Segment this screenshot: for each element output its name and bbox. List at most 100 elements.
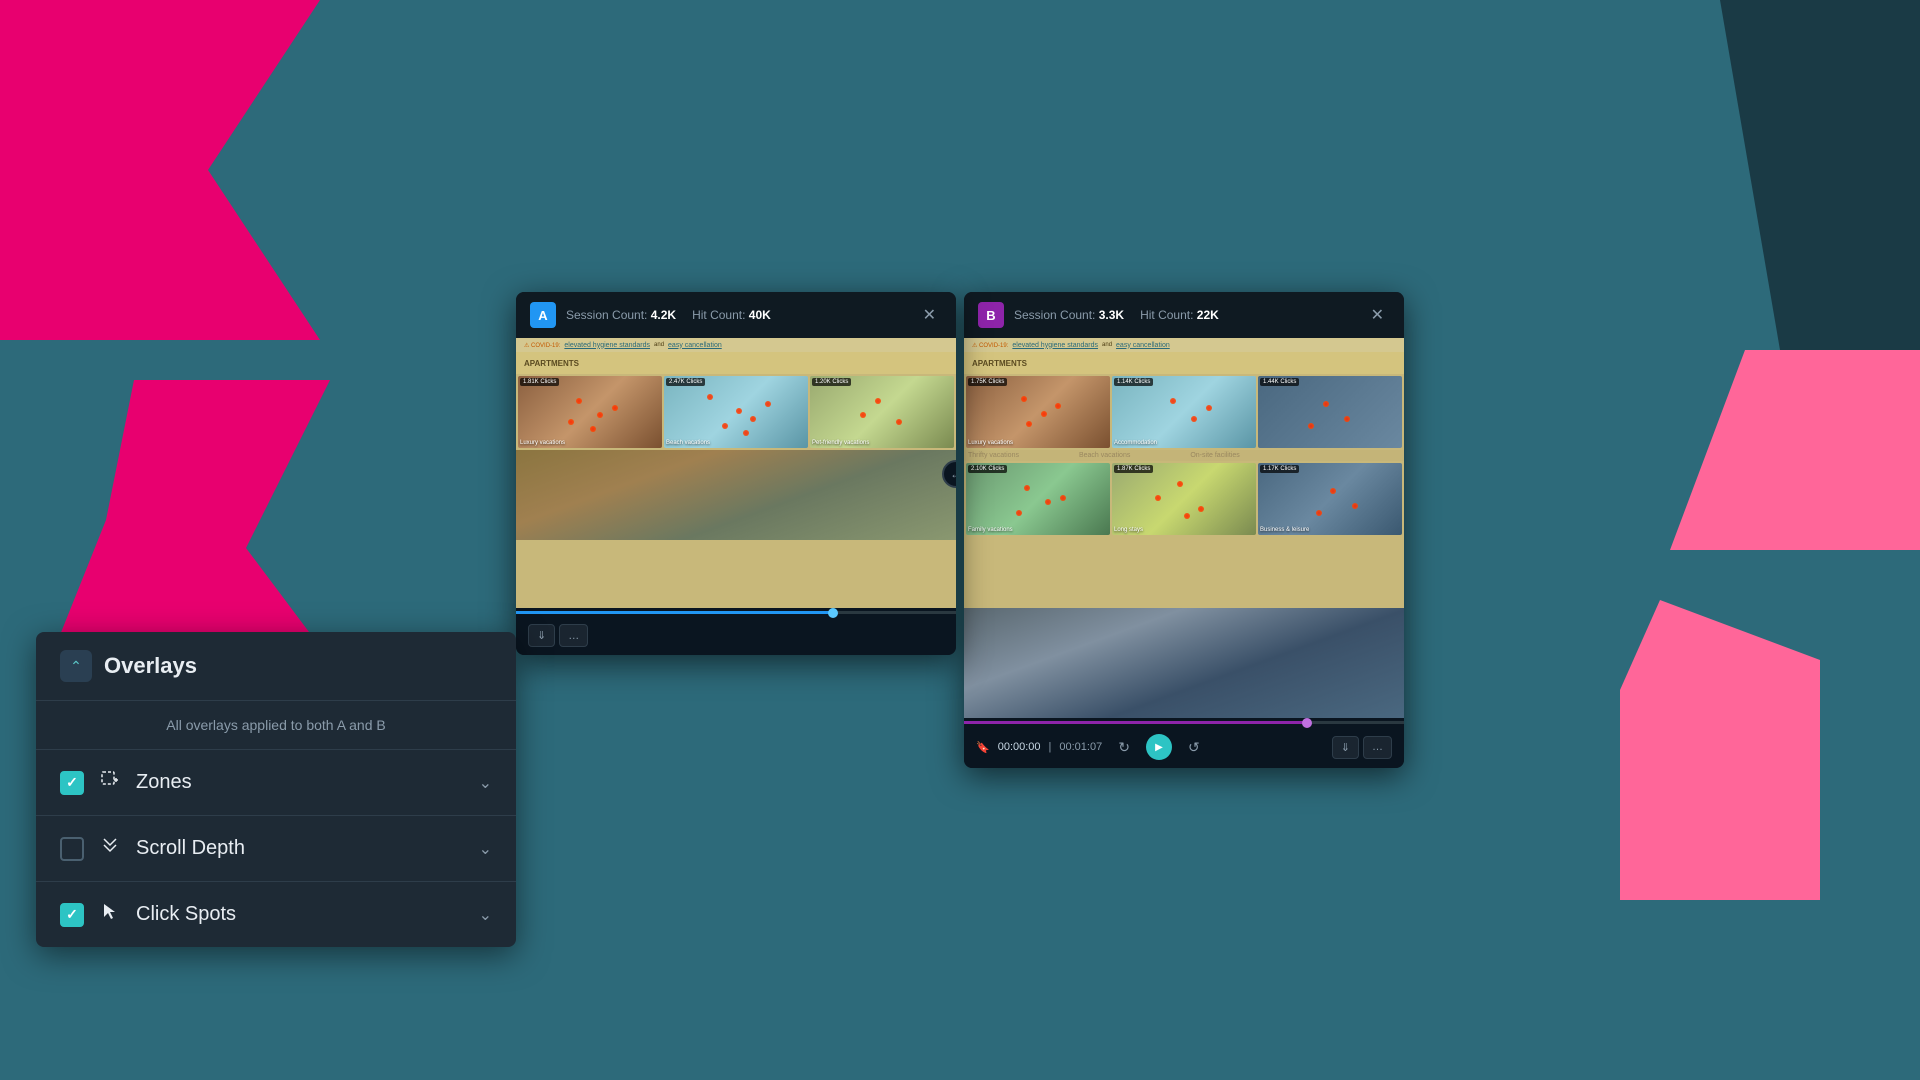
panel-b-refresh-button[interactable]: ↺	[1180, 735, 1208, 760]
panel-b-hit-label: Hit Count: 22K	[1140, 308, 1219, 322]
resize-icon: ↔	[950, 467, 956, 481]
overlays-panel: ⌃ Overlays All overlays applied to both …	[36, 632, 516, 947]
luxury-bg	[518, 376, 662, 448]
panel-b-luxury-clicks: 1.75K Clicks	[968, 378, 1007, 386]
panel-b-time-total: 00:01:07	[1059, 741, 1102, 753]
hotspot	[1323, 401, 1329, 407]
hotspot	[576, 398, 582, 404]
session-panel-b: B Session Count: 3.3K Hit Count: 22K ✕	[964, 292, 1404, 768]
hotspot	[1021, 396, 1027, 402]
panel-a-beach-label: Beach vacations	[666, 440, 710, 446]
overlays-collapse-button[interactable]: ⌃	[60, 650, 92, 682]
panel-a-cell-beach: 2.47K Clicks Beach vacations	[664, 376, 808, 448]
panel-b-session-label: Session Count: 3.3K	[1014, 308, 1124, 322]
panel-a-pet-label: Pet-friendly vacations	[812, 440, 869, 446]
overlay-item-zones[interactable]: Zones ⌄	[36, 750, 516, 816]
hotspot	[765, 401, 771, 407]
panel-a-footer-actions: ⇓ …	[528, 624, 588, 647]
panel-a-cell-luxury: 1.81K Clicks Luxury vacations	[518, 376, 662, 448]
panel-a-scroll-content	[516, 450, 956, 540]
panel-a-label: A	[530, 302, 556, 328]
panel-a-download-button[interactable]: ⇓	[528, 624, 555, 647]
panel-a-image-grid: 1.81K Clicks Luxury vacations 2.47K Clic…	[516, 374, 956, 450]
panel-b-footer-actions: ⇓ …	[1332, 736, 1392, 759]
overlays-subtitle: All overlays applied to both A and B	[36, 701, 516, 750]
panel-b-content: ⚠ COVID-19: elevated hygiene standards a…	[964, 338, 1404, 768]
family-bg-b	[966, 463, 1110, 535]
panel-a-heatmap: ⚠ COVID-19: elevated hygiene standards a…	[516, 338, 956, 608]
panel-b-stats: Session Count: 3.3K Hit Count: 22K	[1014, 308, 1355, 322]
panel-b-progress-container	[964, 718, 1404, 726]
panel-b-progress-marker	[1302, 718, 1312, 728]
hotspot	[1177, 481, 1183, 487]
panel-b-heatmap: ⚠ COVID-19: elevated hygiene standards a…	[964, 338, 1404, 608]
panel-b-cell-family: 2.10K Clicks Family vacations	[966, 463, 1110, 535]
panel-b-longstay-clicks: 1.87K Clicks	[1114, 465, 1153, 473]
panel-b-more-button[interactable]: …	[1363, 736, 1392, 759]
click-spots-expand-icon: ⌄	[479, 905, 492, 925]
panel-b-download-button[interactable]: ⇓	[1332, 736, 1359, 759]
panel-a-stats: Session Count: 4.2K Hit Count: 40K	[566, 308, 907, 322]
main-container: A Session Count: 4.2K Hit Count: 40K ✕	[0, 0, 1920, 1080]
panel-b-play-button[interactable]: ▶	[1146, 734, 1172, 760]
panel-b-footer: 🔖 00:00:00 | 00:01:07 ↻ ▶ ↺ ⇓ …	[964, 726, 1404, 768]
zones-checkbox[interactable]	[60, 771, 84, 795]
panel-b-progress-track	[964, 721, 1404, 724]
panel-b-cell-extra: 1.44K Clicks	[1258, 376, 1402, 448]
panel-b-rewind-button[interactable]: ↻	[1110, 735, 1138, 760]
chevron-up-icon: ⌃	[70, 658, 82, 675]
panel-a-more-button[interactable]: …	[559, 624, 588, 647]
panel-b-banner: ⚠ COVID-19: elevated hygiene standards a…	[964, 338, 1404, 352]
panel-a-content: ⚠ COVID-19: elevated hygiene standards a…	[516, 338, 956, 655]
panel-b-playback: 🔖 00:00:00 | 00:01:07 ↻ ▶ ↺	[976, 734, 1324, 760]
hotspot	[1316, 510, 1322, 516]
scroll-depth-label: Scroll Depth	[136, 837, 465, 860]
hotspot	[1352, 503, 1358, 509]
overlays-header: ⌃ Overlays	[36, 632, 516, 701]
business-bg-b	[1258, 463, 1402, 535]
click-spots-checkbox[interactable]	[60, 903, 84, 927]
panel-a-luxury-label: Luxury vacations	[520, 440, 565, 446]
luxury-bg-b	[966, 376, 1110, 448]
zones-label: Zones	[136, 771, 465, 794]
panel-b-progress-fill	[964, 721, 1307, 724]
panel-b-scroll-content	[964, 608, 1404, 718]
panel-a-luxury-clicks: 1.81K Clicks	[520, 378, 559, 386]
panel-b-cell-accommodation: 1.14K Clicks Accommodation	[1112, 376, 1256, 448]
panel-b-image-grid-row2: 2.10K Clicks Family vacations 1.87K Clic…	[964, 461, 1404, 537]
hotspot	[1024, 485, 1030, 491]
panel-b-room-photo	[964, 608, 1404, 718]
panel-a-session-label: Session Count: 4.2K	[566, 308, 676, 322]
panel-b-business-clicks: 1.17K Clicks	[1260, 465, 1299, 473]
hotspot	[1191, 416, 1197, 422]
panel-a-progress-container	[516, 608, 956, 616]
panel-a-footer: ⇓ …	[516, 616, 956, 655]
session-panel-a: A Session Count: 4.2K Hit Count: 40K ✕	[516, 292, 956, 655]
hotspot	[875, 398, 881, 404]
panel-a-cell-pet: 1.20K Clicks Pet-friendly vacations	[810, 376, 954, 448]
panel-b-close-button[interactable]: ✕	[1365, 303, 1390, 327]
pet-bg	[810, 376, 954, 448]
overlay-item-scroll-depth[interactable]: Scroll Depth ⌄	[36, 816, 516, 882]
panel-a-banner: ⚠ COVID-19: elevated hygiene standards a…	[516, 338, 956, 352]
scroll-depth-checkbox[interactable]	[60, 837, 84, 861]
accommodation-bg-b	[1112, 376, 1256, 448]
panel-a-header: A Session Count: 4.2K Hit Count: 40K ✕	[516, 292, 956, 338]
panel-b-time-display: 00:00:00	[998, 741, 1041, 753]
panel-b-longstay-label: Long stays	[1114, 527, 1143, 533]
hotspot	[1041, 411, 1047, 417]
panel-a-pet-clicks: 1.20K Clicks	[812, 378, 851, 386]
click-spots-label: Click Spots	[136, 903, 465, 926]
panel-a-room-photo	[516, 450, 956, 540]
panel-a-close-button[interactable]: ✕	[917, 303, 942, 327]
panel-b-accommodation-label: Accommodation	[1114, 440, 1157, 446]
panel-a-progress-track	[516, 611, 956, 614]
panel-b-image-grid-row1: 1.75K Clicks Luxury vacations 1.14K Clic…	[964, 374, 1404, 450]
panel-b-luxury-label: Luxury vacations	[968, 440, 1013, 446]
panel-b-family-label: Family vacations	[968, 527, 1013, 533]
bookmark-icon: 🔖	[976, 741, 990, 754]
extra-bg-b	[1258, 376, 1402, 448]
panel-b-cell-luxury: 1.75K Clicks Luxury vacations	[966, 376, 1110, 448]
longstay-bg-b	[1112, 463, 1256, 535]
overlay-item-click-spots[interactable]: Click Spots ⌄	[36, 882, 516, 947]
